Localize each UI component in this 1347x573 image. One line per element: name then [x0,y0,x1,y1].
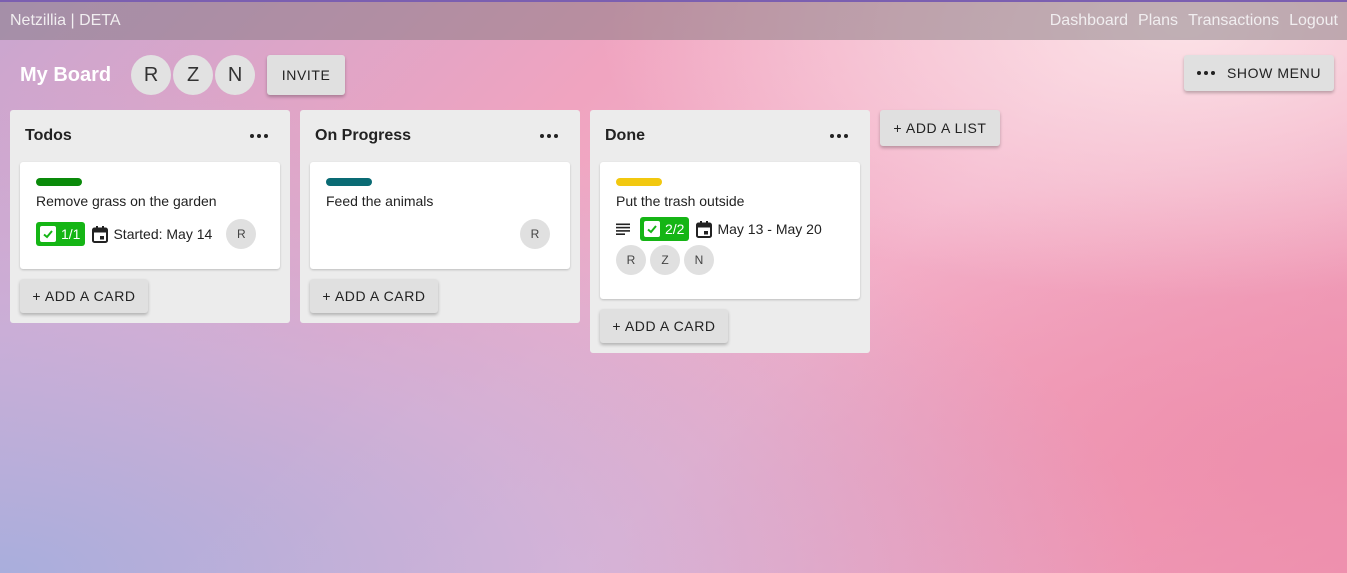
more-horizontal-icon [1196,71,1215,75]
calendar-icon [92,225,109,243]
add-card-button[interactable]: + ADD A CARD [310,279,438,313]
show-menu-label: SHOW MENU [1226,65,1322,81]
calendar-icon [696,220,713,238]
list-done: Done Put the trash outside 2/2 May 13 - … [590,110,870,353]
card-label [36,178,82,186]
add-card-button[interactable]: + ADD A CARD [600,309,728,343]
add-card-button[interactable]: + ADD A CARD [20,279,148,313]
card-date: May 13 - May 20 [696,220,822,238]
board-header: My Board R Z N INVITE [20,55,346,95]
invite-button[interactable]: INVITE [267,55,346,95]
card-member-avatar[interactable]: Z [650,245,680,275]
top-navbar: Netzillia | DETA Dashboard Plans Transac… [0,0,1347,40]
checklist-badge: 2/2 [640,217,690,241]
nav-plans-link[interactable]: Plans [1138,12,1178,30]
checkbox-icon [40,226,56,242]
board-member-avatar[interactable]: R [131,55,172,95]
checklist-count: 1/1 [61,226,81,242]
nav-transactions-link[interactable]: Transactions [1188,12,1279,30]
card-label [326,178,372,186]
description-icon [616,223,630,235]
card-member-avatar[interactable]: N [684,245,714,275]
add-list-button[interactable]: + ADD A LIST [880,110,1000,146]
card-date-text: Started: May 14 [113,226,213,242]
checklist-badge: 1/1 [36,222,86,246]
show-menu-button[interactable]: SHOW MENU [1184,55,1334,91]
card[interactable]: Feed the animals R [310,162,570,269]
checkbox-icon [644,221,660,237]
card-title: Put the trash outside [616,193,745,209]
card[interactable]: Put the trash outside 2/2 May 13 - May 2… [600,162,860,299]
list-todos: Todos Remove grass on the garden 1/1 Sta… [10,110,290,323]
list-header: Todos [10,110,290,162]
card[interactable]: Remove grass on the garden 1/1 Started: … [20,162,280,269]
nav-dashboard-link[interactable]: Dashboard [1050,12,1128,30]
card-label [616,178,662,186]
card-title: Remove grass on the garden [36,193,217,209]
card-members: R Z N [616,245,844,275]
list-title[interactable]: Todos [25,127,72,145]
card-meta: 1/1 Started: May 14 R [36,219,264,249]
list-menu-icon[interactable] [830,134,848,138]
list-on-progress: On Progress Feed the animals R + ADD A C… [300,110,580,323]
card-title: Feed the animals [326,193,434,209]
list-menu-icon[interactable] [250,134,268,138]
card-member-avatar[interactable]: R [616,245,646,275]
board-member-avatar[interactable]: Z [173,55,214,95]
list-title[interactable]: On Progress [315,127,411,145]
card-member-avatar[interactable]: R [226,219,257,249]
board-member-avatar[interactable]: N [215,55,256,95]
brand-title[interactable]: Netzillia | DETA [10,12,121,30]
top-nav: Dashboard Plans Transactions Logout [1050,12,1338,30]
board-title[interactable]: My Board [20,64,111,87]
card-date: Started: May 14 [92,225,213,243]
checklist-count: 2/2 [665,221,685,237]
card-date-text: May 13 - May 20 [717,221,822,237]
card-member-avatar[interactable]: R [520,219,550,249]
list-header: On Progress [300,110,580,162]
list-header: Done [590,110,870,162]
list-title[interactable]: Done [605,127,645,145]
nav-logout-link[interactable]: Logout [1289,12,1338,30]
list-menu-icon[interactable] [540,134,558,138]
card-meta: 2/2 May 13 - May 20 [616,217,844,241]
